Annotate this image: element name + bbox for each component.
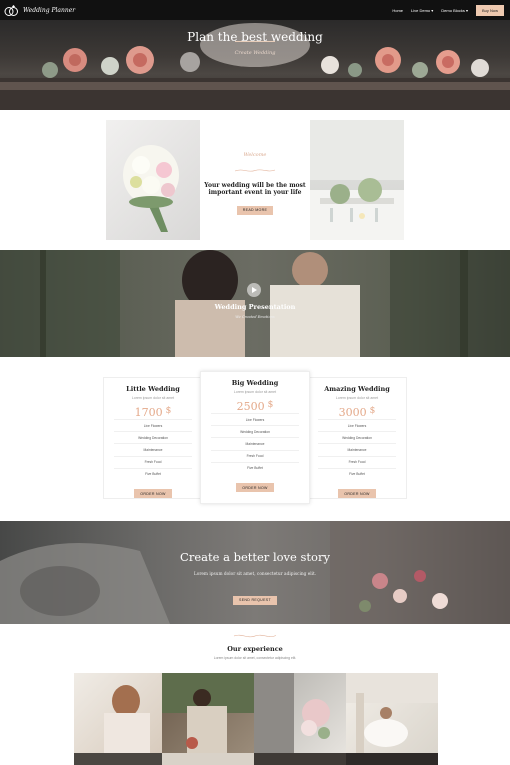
send-request-button[interactable]: SEND REQUEST xyxy=(233,595,277,605)
gallery-strip-2 xyxy=(162,753,254,765)
menu-item-live-demo[interactable]: Live Demo ▾ xyxy=(411,8,433,13)
pricing-card-big: Big Wedding Lorem ipsum dolor sit amet 2… xyxy=(200,371,310,504)
plan-feature: Live Flowers xyxy=(211,413,299,425)
plan-price: 1700 $ xyxy=(104,406,202,419)
love-story-actions: SEND REQUEST xyxy=(0,586,510,605)
plan-title: Amazing Wedding xyxy=(324,385,390,393)
plan-feature: Five Buffet xyxy=(318,467,396,480)
love-story-title: Create a better love story xyxy=(180,550,330,564)
order-now-button[interactable]: ORDER NOW xyxy=(338,489,376,499)
plan-desc: Lorem ipsum dolor sit amet xyxy=(335,396,379,400)
flourish-icon xyxy=(234,169,276,172)
plan-feature: Maintenance xyxy=(318,443,396,455)
plan-feature: Live Flowers xyxy=(114,419,192,431)
video-subtitle: We Created Emotions xyxy=(235,315,275,319)
experience-title: Our experience xyxy=(227,645,283,653)
plan-title: Big Wedding xyxy=(231,379,279,387)
caret-down-icon: ▾ xyxy=(431,7,434,13)
experience-subtitle: Lorem ipsum dolor sit amet, consectetur … xyxy=(213,656,297,660)
plan-feature: Fresh Food xyxy=(114,455,192,468)
price-currency: $ xyxy=(369,406,376,416)
gallery-image-couple-kiss[interactable] xyxy=(162,673,254,753)
price-value: 3000 xyxy=(338,406,367,419)
plan-feature: Five Buffet xyxy=(114,467,192,480)
brand-logo[interactable]: Wedding Planner xyxy=(4,4,75,17)
plan-feature: Maintenance xyxy=(211,437,299,449)
plan-feature: Live Flowers xyxy=(318,419,396,431)
price-currency: $ xyxy=(267,400,274,410)
plan-feature: Wedding Decoration xyxy=(318,431,396,443)
bouquet-image xyxy=(106,120,200,240)
menu-item-home[interactable]: Home xyxy=(392,8,403,13)
order-now-button[interactable]: ORDER NOW xyxy=(134,489,172,499)
welcome-title: Your wedding will be the most important … xyxy=(204,182,306,196)
video-title: Wedding Presentation xyxy=(214,303,296,311)
pricing-card-little: Little Wedding Lorem ipsum dolor sit ame… xyxy=(103,377,203,499)
caret-down-icon: ▾ xyxy=(465,7,468,13)
order-now-button[interactable]: ORDER NOW xyxy=(236,483,274,493)
hero-subtitle: Create Wedding xyxy=(234,50,276,56)
hero-title: Plan the best wedding xyxy=(187,30,323,44)
pricing-card-amazing: Amazing Wedding Lorem ipsum dolor sit am… xyxy=(307,377,407,499)
gallery-image-bride-sitting[interactable] xyxy=(346,673,438,753)
menu-item-demo-blocks[interactable]: Demo Blocks ▾ xyxy=(441,8,468,13)
top-navbar: Wedding Planner Home Live Demo ▾ Demo Bl… xyxy=(0,0,510,20)
plan-feature: Five Buffet xyxy=(211,461,299,474)
plan-price: 3000 $ xyxy=(308,406,406,419)
menu-item-label: Demo Blocks xyxy=(441,7,465,13)
flourish-icon xyxy=(233,634,277,638)
brand-name: Wedding Planner xyxy=(23,6,76,14)
plan-feature: Fresh Food xyxy=(318,455,396,468)
gallery-image-bride[interactable] xyxy=(74,673,162,753)
gallery-strip-3 xyxy=(254,753,346,765)
price-value: 2500 xyxy=(236,400,265,413)
gallery-strip-1 xyxy=(74,753,162,765)
table-setting-image xyxy=(310,120,404,240)
plan-feature: Wedding Decoration xyxy=(114,431,192,443)
welcome-script: Welcome xyxy=(243,152,267,158)
menu-item-label: Live Demo xyxy=(411,7,431,13)
buy-now-button[interactable]: Buy Now xyxy=(475,4,504,16)
welcome-section: Welcome Your wedding will be the most im… xyxy=(200,120,310,240)
plan-title: Little Wedding xyxy=(126,385,180,393)
read-more-button[interactable]: READ MORE xyxy=(236,205,274,215)
gallery-image-bouquet[interactable] xyxy=(254,673,346,753)
plan-desc: Lorem ipsum dolor sit amet xyxy=(131,396,175,400)
gallery-strip-4 xyxy=(346,753,438,765)
plan-feature: Maintenance xyxy=(114,443,192,455)
main-menu: Home Live Demo ▾ Demo Blocks ▾ Buy Now xyxy=(392,4,510,16)
plan-desc: Lorem ipsum dolor sit amet xyxy=(233,390,277,394)
plan-feature: Fresh Food xyxy=(211,449,299,462)
rings-icon xyxy=(4,4,18,16)
plan-feature: Wedding Decoration xyxy=(211,425,299,437)
price-value: 1700 xyxy=(134,406,163,419)
love-story-subtitle: Lorem ipsum dolor sit amet, consectetur … xyxy=(193,572,317,577)
plan-price: 2500 $ xyxy=(201,400,309,413)
price-currency: $ xyxy=(165,406,172,416)
play-button[interactable] xyxy=(247,283,261,297)
